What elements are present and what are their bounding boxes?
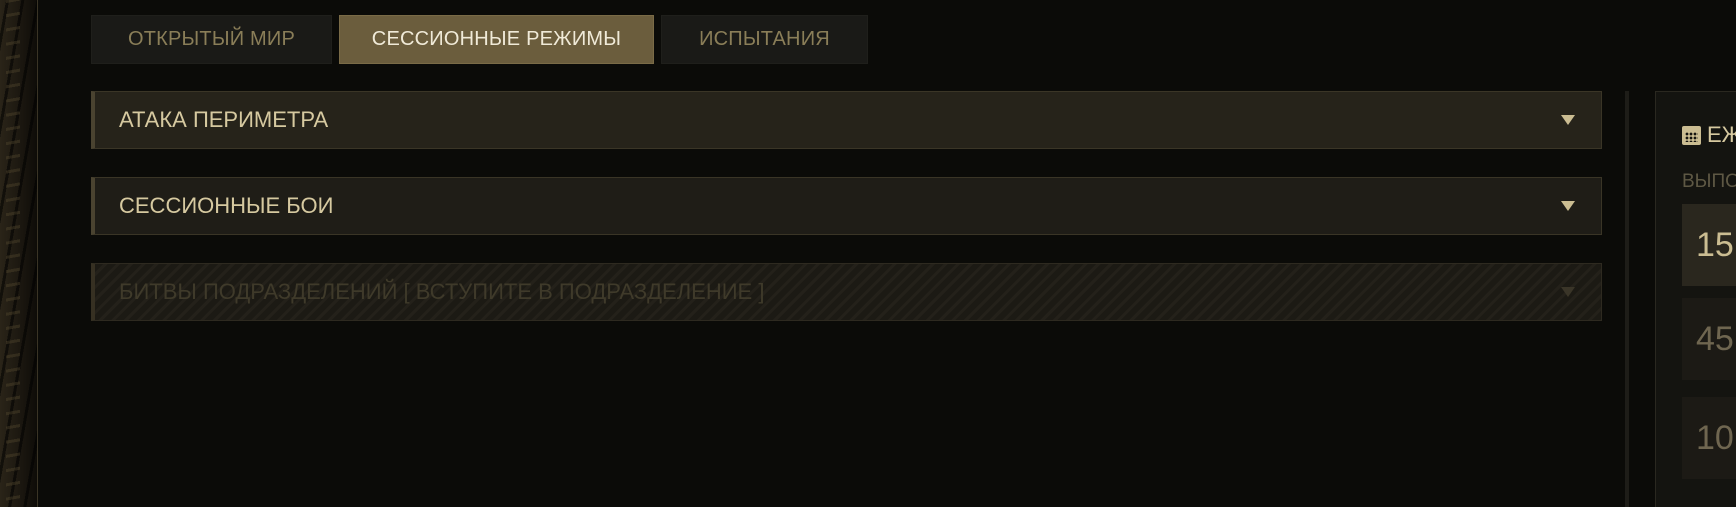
section-session-battles[interactable]: СЕССИОННЫЕ БОИ [91, 177, 1602, 235]
mode-tabs: ОТКРЫТЫЙ МИР СЕССИОННЫЕ РЕЖИМЫ ИСПЫТАНИЯ [91, 15, 868, 64]
decorative-side-art [0, 0, 38, 507]
section-perimeter-attack[interactable]: АТАКА ПЕРИМЕТРА [91, 91, 1602, 149]
tab-open-world[interactable]: ОТКРЫТЫЙ МИР [91, 15, 332, 64]
page-root: ОТКРЫТЫЙ МИР СЕССИОННЫЕ РЕЖИМЫ ИСПЫТАНИЯ… [0, 0, 1736, 507]
section-label: АТАКА ПЕРИМЕТРА [119, 107, 329, 132]
chevron-down-icon [1561, 115, 1575, 125]
daily-tasks-panel: ЕЖ ВЫПО 15 45 10 [1655, 91, 1736, 507]
calendar-icon [1682, 125, 1701, 145]
panel-divider [1625, 91, 1629, 507]
section-label: СЕССИОННЫЕ БОИ [119, 193, 334, 218]
tab-session-modes[interactable]: СЕССИОННЫЕ РЕЖИМЫ [339, 15, 654, 64]
chevron-down-icon [1561, 201, 1575, 211]
section-label: БИТВЫ ПОДРАЗДЕЛЕНИЙ [ ВСТУПИТЕ В ПОДРАЗД… [119, 279, 765, 304]
reward-card[interactable]: 45 [1682, 298, 1736, 380]
panel-header: ЕЖ [1682, 122, 1736, 148]
reward-card[interactable]: 10 [1682, 397, 1736, 479]
tab-challenges[interactable]: ИСПЫТАНИЯ [661, 15, 868, 64]
panel-subtitle: ВЫПО [1682, 171, 1736, 192]
section-unit-battles: БИТВЫ ПОДРАЗДЕЛЕНИЙ [ ВСТУПИТЕ В ПОДРАЗД… [91, 263, 1602, 321]
reward-card[interactable]: 15 [1682, 204, 1736, 286]
chevron-down-icon [1561, 287, 1575, 297]
mission-sections: АТАКА ПЕРИМЕТРА СЕССИОННЫЕ БОИ БИТВЫ ПОД… [91, 91, 1602, 349]
panel-title: ЕЖ [1707, 122, 1736, 147]
